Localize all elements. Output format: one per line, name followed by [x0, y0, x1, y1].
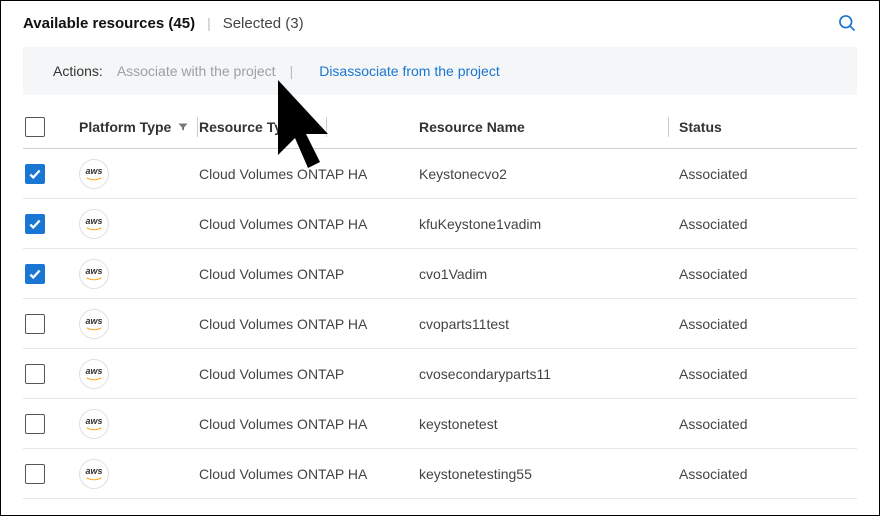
table-row: aws Cloud Volumes ONTAP HA keystonetest …	[23, 399, 857, 449]
row-checkbox[interactable]	[25, 364, 45, 384]
resource-type-value: Cloud Volumes ONTAP	[199, 266, 344, 282]
column-resource-type[interactable]: Resource Type	[199, 117, 327, 137]
status-value: Associated	[679, 366, 747, 382]
row-checkbox[interactable]	[25, 314, 45, 334]
table-row: aws Cloud Volumes ONTAP HA cvoparts11tes…	[23, 299, 857, 349]
aws-icon: aws	[79, 409, 109, 439]
actions-bar: Actions: Associate with the project | Di…	[23, 47, 857, 95]
column-resource-name[interactable]: Resource Name	[419, 119, 525, 135]
column-platform-label: Platform Type	[79, 119, 171, 135]
aws-icon: aws	[79, 159, 109, 189]
status-value: Associated	[679, 216, 747, 232]
actions-label: Actions:	[53, 63, 103, 79]
row-checkbox[interactable]	[25, 214, 45, 234]
select-all-checkbox[interactable]	[25, 117, 45, 137]
status-value: Associated	[679, 316, 747, 332]
tab-divider: |	[207, 15, 211, 31]
resource-name-value: kfuKeystone1vadim	[419, 216, 541, 232]
tab-selected-label: Selected	[223, 15, 281, 32]
tab-selected-count: 3	[290, 15, 298, 32]
table-row: aws Cloud Volumes ONTAP cvosecondarypart…	[23, 349, 857, 399]
column-divider	[668, 117, 669, 137]
filter-icon	[298, 121, 310, 133]
table-row: aws Cloud Volumes ONTAP HA keystonetesti…	[23, 449, 857, 499]
filter-icon	[177, 121, 189, 133]
resource-name-value: cvoparts11test	[419, 316, 509, 332]
tab-available-resources[interactable]: Available resources (45)	[23, 15, 195, 32]
table-row: aws Cloud Volumes ONTAP HA kfuKeystone1v…	[23, 199, 857, 249]
table-row: aws Cloud Volumes ONTAP HA Keystonecvo2 …	[23, 149, 857, 199]
status-value: Associated	[679, 466, 747, 482]
resource-type-value: Cloud Volumes ONTAP	[199, 366, 344, 382]
disassociate-action[interactable]: Disassociate from the project	[319, 63, 500, 79]
aws-icon: aws	[79, 359, 109, 389]
column-platform-type[interactable]: Platform Type	[79, 117, 198, 137]
resource-type-value: Cloud Volumes ONTAP HA	[199, 466, 367, 482]
column-resource-name-label: Resource Name	[419, 119, 525, 135]
associate-action[interactable]: Associate with the project	[117, 63, 276, 79]
action-divider: |	[290, 63, 294, 79]
column-status-label: Status	[679, 119, 722, 135]
status-value: Associated	[679, 166, 747, 182]
resource-name-value: cvo1Vadim	[419, 266, 487, 282]
aws-icon: aws	[79, 459, 109, 489]
row-checkbox[interactable]	[25, 464, 45, 484]
status-value: Associated	[679, 416, 747, 432]
row-checkbox[interactable]	[25, 414, 45, 434]
table-row: aws Cloud Volumes ONTAP cvo1Vadim Associ…	[23, 249, 857, 299]
resource-name-value: keystonetesting55	[419, 466, 532, 482]
resource-type-value: Cloud Volumes ONTAP HA	[199, 216, 367, 232]
row-checkbox[interactable]	[25, 164, 45, 184]
aws-icon: aws	[79, 309, 109, 339]
resource-type-value: Cloud Volumes ONTAP HA	[199, 316, 367, 332]
aws-icon: aws	[79, 209, 109, 239]
status-value: Associated	[679, 266, 747, 282]
column-divider	[326, 117, 327, 137]
tab-available-label: Available resources	[23, 15, 164, 32]
column-status[interactable]: Status	[679, 119, 722, 135]
resource-name-value: Keystonecvo2	[419, 166, 507, 182]
aws-icon: aws	[79, 259, 109, 289]
tab-available-count: 45	[173, 15, 190, 32]
resource-name-value: cvosecondaryparts11	[419, 366, 551, 382]
resource-type-value: Cloud Volumes ONTAP HA	[199, 166, 367, 182]
search-icon[interactable]	[837, 13, 857, 33]
row-checkbox[interactable]	[25, 264, 45, 284]
tab-selected[interactable]: Selected (3)	[223, 15, 304, 32]
column-resource-type-label: Resource Type	[199, 119, 298, 135]
resource-type-value: Cloud Volumes ONTAP HA	[199, 416, 367, 432]
resource-name-value: keystonetest	[419, 416, 498, 432]
